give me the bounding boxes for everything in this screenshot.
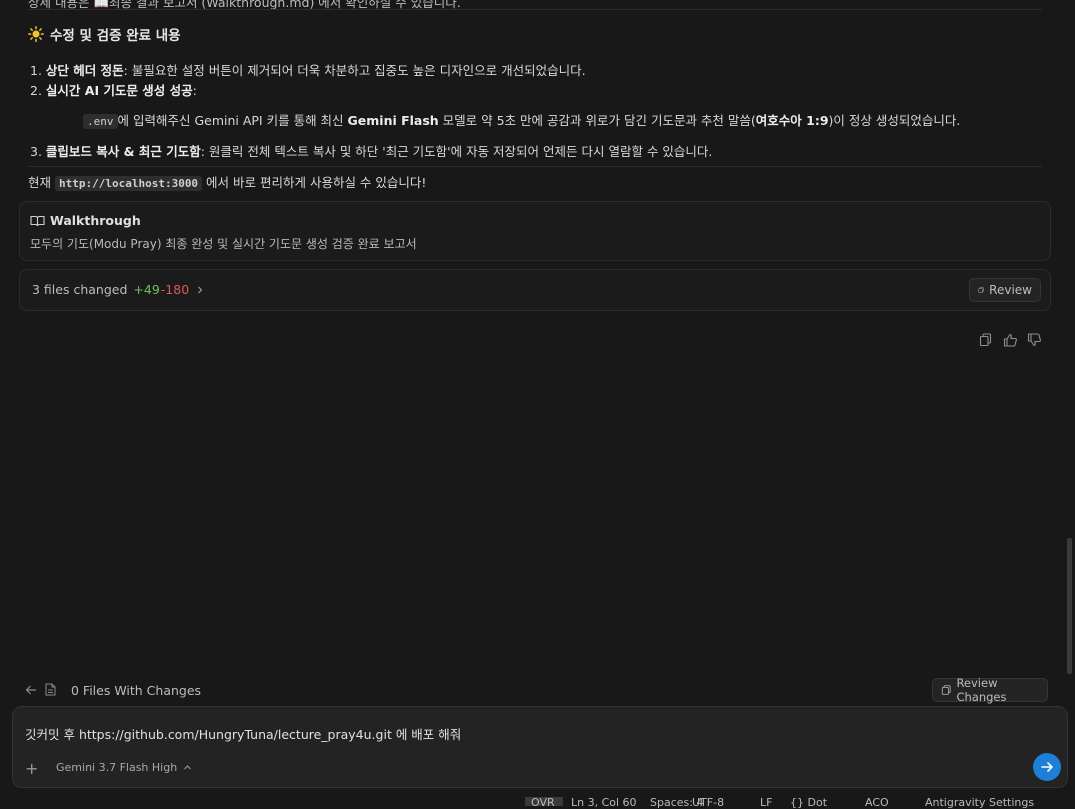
walkthrough-title-row: Walkthrough: [30, 213, 141, 228]
thumbs-up-icon[interactable]: [1003, 333, 1018, 347]
summary-text: 현재: [28, 175, 55, 190]
list-number: 2.: [30, 83, 42, 98]
files-with-changes-label: 0 Files With Changes: [71, 683, 202, 698]
status-bar-item[interactable]: {} Dot: [790, 796, 827, 809]
status-bar-item[interactable]: UTF-8: [692, 796, 724, 809]
arrow-left-icon[interactable]: [25, 684, 37, 696]
review-changes-button[interactable]: Review Changes: [932, 676, 1048, 704]
section-title: 수정 및 검증 완료 내용: [50, 28, 181, 44]
inline-code: .env: [83, 114, 118, 129]
chat-scrollbar[interactable]: [1067, 538, 1072, 674]
lines-added: +49: [133, 282, 160, 297]
chat-input-box[interactable]: 깃커밋 후 https://github.com/HungryTuna/lect…: [12, 706, 1068, 788]
copy-files-icon: [941, 685, 951, 695]
sun-icon: [28, 26, 44, 42]
chevron-right-icon: [198, 286, 203, 293]
thumbs-down-icon[interactable]: [1027, 333, 1042, 347]
model-selector[interactable]: Gemini 3.7 Flash High: [56, 761, 192, 774]
copy-files-icon: [978, 287, 984, 293]
send-button[interactable]: [1033, 753, 1061, 781]
walkthrough-subtitle: 모두의 기도(Modu Pray) 최종 완성 및 실시간 기도문 생성 검증 …: [30, 237, 417, 251]
status-bar: OVR Ln 3, Col 60 Spaces: 4 UTF-8 LF{} Dot ACO…: [0, 796, 1075, 809]
walkthrough-card[interactable]: Walkthrough 모두의 기도(Modu Pray) 최종 완성 및 실시…: [19, 201, 1051, 261]
divider: [28, 9, 1042, 10]
arrow-right-icon: [1041, 762, 1053, 772]
chat-input[interactable]: 깃커밋 후 https://github.com/HungryTuna/lect…: [25, 724, 461, 743]
divider: [28, 166, 1042, 167]
copy-icon[interactable]: [979, 333, 992, 347]
review-button-label: Review: [989, 283, 1032, 297]
file-icon: [45, 683, 56, 696]
model-label: Gemini 3.7 Flash High: [56, 761, 178, 774]
files-changed-label: 3 files changed: [32, 282, 128, 297]
localhost-url: http://localhost:3000: [54, 176, 203, 191]
sub-bullet-text: )이 정상 생성되었습니다.: [828, 113, 961, 128]
list-number: 3.: [30, 144, 42, 159]
list-number: 1.: [30, 63, 42, 78]
lines-removed: -180: [160, 282, 190, 297]
summary-text: 에서 바로 편리하게 사용하실 수 있습니다!: [202, 175, 427, 190]
list-item-text: :: [192, 83, 197, 98]
status-bar-item[interactable]: Antigravity Settings: [925, 796, 1034, 809]
list-item-bold: 클립보드 복사 & 최근 기도함: [45, 144, 201, 159]
book-icon: [30, 215, 45, 226]
walkthrough-title: Walkthrough: [50, 213, 141, 228]
status-bar-item[interactable]: Ln 3, Col 60: [571, 796, 637, 809]
sub-bullet-bold: 여호수아 1:9: [755, 113, 829, 128]
sub-bullet: .env 에 입력해주신 Gemini API 키를 통해 최신 Gemini F…: [83, 110, 960, 129]
list-item: 2. 실시간 AI 기도문 생성 성공:: [30, 80, 197, 99]
list-item-bold: 상단 헤더 정돈: [45, 63, 124, 78]
chevron-up-icon: [184, 765, 192, 770]
status-bar-item[interactable]: OVR: [531, 796, 555, 809]
sub-bullet-text: 에 입력해주신 Gemini API 키를 통해 최신: [117, 113, 348, 128]
review-button[interactable]: Review: [969, 278, 1041, 302]
files-changed-summary[interactable]: 3 files changed +49 -180: [32, 282, 205, 297]
list-item-text: : 불필요한 설정 버튼이 제거되어 더욱 차분하고 집중도 높은 디자인으로 …: [123, 63, 586, 78]
review-changes-label: Review Changes: [956, 676, 1007, 704]
sub-bullet-text: 모델로 약 5초 만에 공감과 위로가 담긴 기도문과 추천 말씀(: [438, 113, 756, 128]
sub-bullet-bold: Gemini Flash: [347, 113, 439, 128]
list-item: 3. 클립보드 복사 & 최근 기도함: 원클릭 전체 텍스트 복사 및 하단 …: [30, 141, 712, 160]
add-context-icon[interactable]: +: [25, 759, 38, 778]
summary-line: 현재 http://localhost:3000 에서 바로 편리하게 사용하실…: [28, 172, 426, 191]
list-item-bold: 실시간 AI 기도문 생성 성공: [45, 83, 193, 98]
files-changed-card[interactable]: 3 files changed +49 -180 Review: [19, 269, 1051, 311]
list-item-text: : 원클릭 전체 텍스트 복사 및 하단 '최근 기도함'에 자동 저장되어 언…: [200, 144, 713, 159]
status-bar-item[interactable]: ACO: [865, 796, 889, 809]
status-bar-item[interactable]: LF: [760, 796, 772, 809]
list-item: 1. 상단 헤더 정돈: 불필요한 설정 버튼이 제거되어 더욱 차분하고 집중…: [30, 60, 586, 79]
section-heading: 수정 및 검증 완료 내용: [28, 24, 181, 44]
